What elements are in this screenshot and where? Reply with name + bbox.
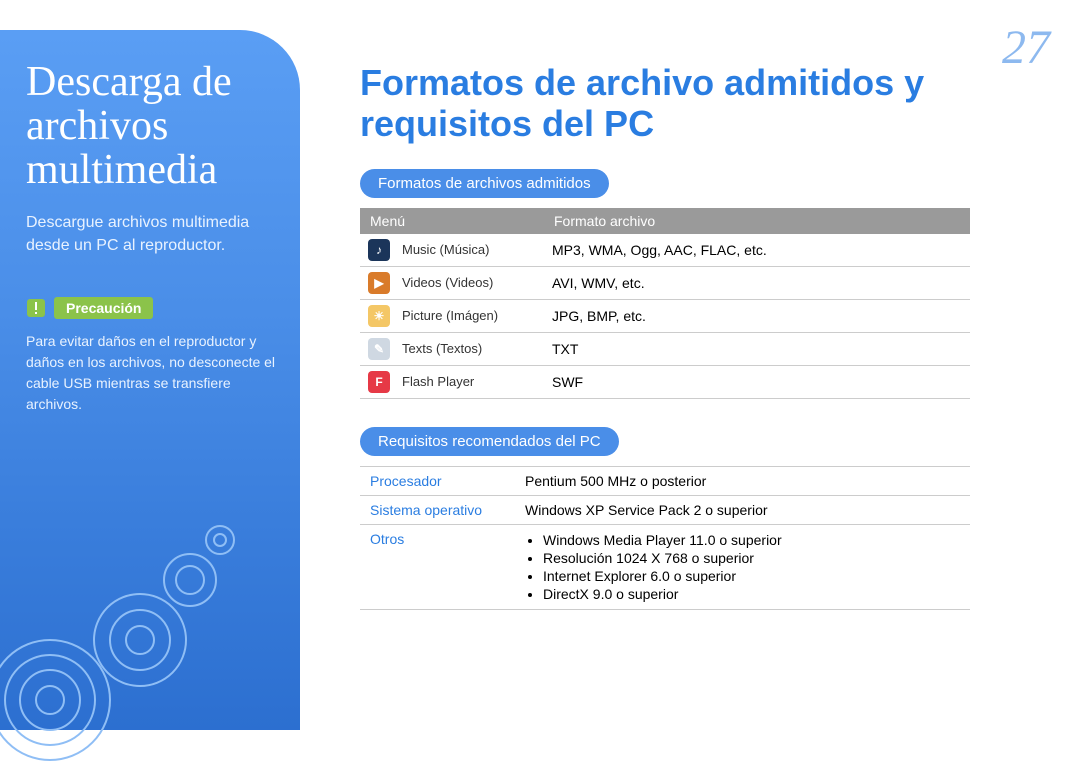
list-item: Resolución 1024 X 768 o superior bbox=[543, 549, 960, 567]
table-row: F Flash Player SWF bbox=[360, 365, 970, 398]
format-cell: AVI, WMV, etc. bbox=[544, 266, 970, 299]
menu-cell: Texts (Textos) bbox=[394, 332, 544, 365]
table-row: Otros Windows Media Player 11.0 o superi… bbox=[360, 524, 970, 609]
table-row: ✎ Texts (Textos) TXT bbox=[360, 332, 970, 365]
format-cell: SWF bbox=[544, 365, 970, 398]
main-content: Formatos de archivo admitidos y requisit… bbox=[360, 62, 1000, 610]
caution-row: Precaución bbox=[26, 297, 282, 319]
req-others-list: Windows Media Player 11.0 o superior Res… bbox=[525, 531, 960, 603]
caution-text: Para evitar daños en el reproductor y da… bbox=[26, 331, 282, 415]
formats-heading: Formatos de archivos admitidos bbox=[360, 169, 609, 198]
req-value: Windows XP Service Pack 2 o superior bbox=[515, 495, 970, 524]
req-value: Windows Media Player 11.0 o superior Res… bbox=[515, 524, 970, 609]
list-item: Internet Explorer 6.0 o superior bbox=[543, 567, 960, 585]
menu-cell: Flash Player bbox=[394, 365, 544, 398]
sidebar-title: Descarga de archivos multimedia bbox=[26, 60, 282, 192]
col-menu: Menú bbox=[360, 208, 544, 234]
req-label: Procesador bbox=[360, 466, 515, 495]
music-icon: ♪ bbox=[368, 239, 390, 261]
page-number: 27 bbox=[1002, 20, 1050, 75]
caution-badge: Precaución bbox=[54, 297, 153, 319]
table-row: ♪ Music (Música) MP3, WMA, Ogg, AAC, FLA… bbox=[360, 234, 970, 267]
formats-table-header-row: Menú Formato archivo bbox=[360, 208, 970, 234]
formats-table: Menú Formato archivo ♪ Music (Música) MP… bbox=[360, 208, 970, 399]
menu-cell: Picture (Imágen) bbox=[394, 299, 544, 332]
req-label: Sistema operativo bbox=[360, 495, 515, 524]
col-format: Formato archivo bbox=[544, 208, 970, 234]
table-row: ☀ Picture (Imágen) JPG, BMP, etc. bbox=[360, 299, 970, 332]
warning-icon bbox=[26, 298, 46, 318]
main-title: Formatos de archivo admitidos y requisit… bbox=[360, 62, 1000, 145]
flash-icon: F bbox=[368, 371, 390, 393]
requirements-table: Procesador Pentium 500 MHz o posterior S… bbox=[360, 466, 970, 610]
menu-cell: Videos (Videos) bbox=[394, 266, 544, 299]
video-icon: ▶ bbox=[368, 272, 390, 294]
menu-cell: Music (Música) bbox=[394, 234, 544, 267]
text-icon: ✎ bbox=[368, 338, 390, 360]
picture-icon: ☀ bbox=[368, 305, 390, 327]
table-row: ▶ Videos (Videos) AVI, WMV, etc. bbox=[360, 266, 970, 299]
sidebar-subtitle: Descargue archivos multimedia desde un P… bbox=[26, 212, 282, 257]
format-cell: TXT bbox=[544, 332, 970, 365]
requirements-heading: Requisitos recomendados del PC bbox=[360, 427, 619, 456]
req-label: Otros bbox=[360, 524, 515, 609]
req-value: Pentium 500 MHz o posterior bbox=[515, 466, 970, 495]
sidebar: Descarga de archivos multimedia Descargu… bbox=[0, 30, 300, 730]
table-row: Procesador Pentium 500 MHz o posterior bbox=[360, 466, 970, 495]
table-row: Sistema operativo Windows XP Service Pac… bbox=[360, 495, 970, 524]
format-cell: MP3, WMA, Ogg, AAC, FLAC, etc. bbox=[544, 234, 970, 267]
format-cell: JPG, BMP, etc. bbox=[544, 299, 970, 332]
list-item: Windows Media Player 11.0 o superior bbox=[543, 531, 960, 549]
list-item: DirectX 9.0 o superior bbox=[543, 585, 960, 603]
decorative-circles bbox=[0, 510, 240, 770]
